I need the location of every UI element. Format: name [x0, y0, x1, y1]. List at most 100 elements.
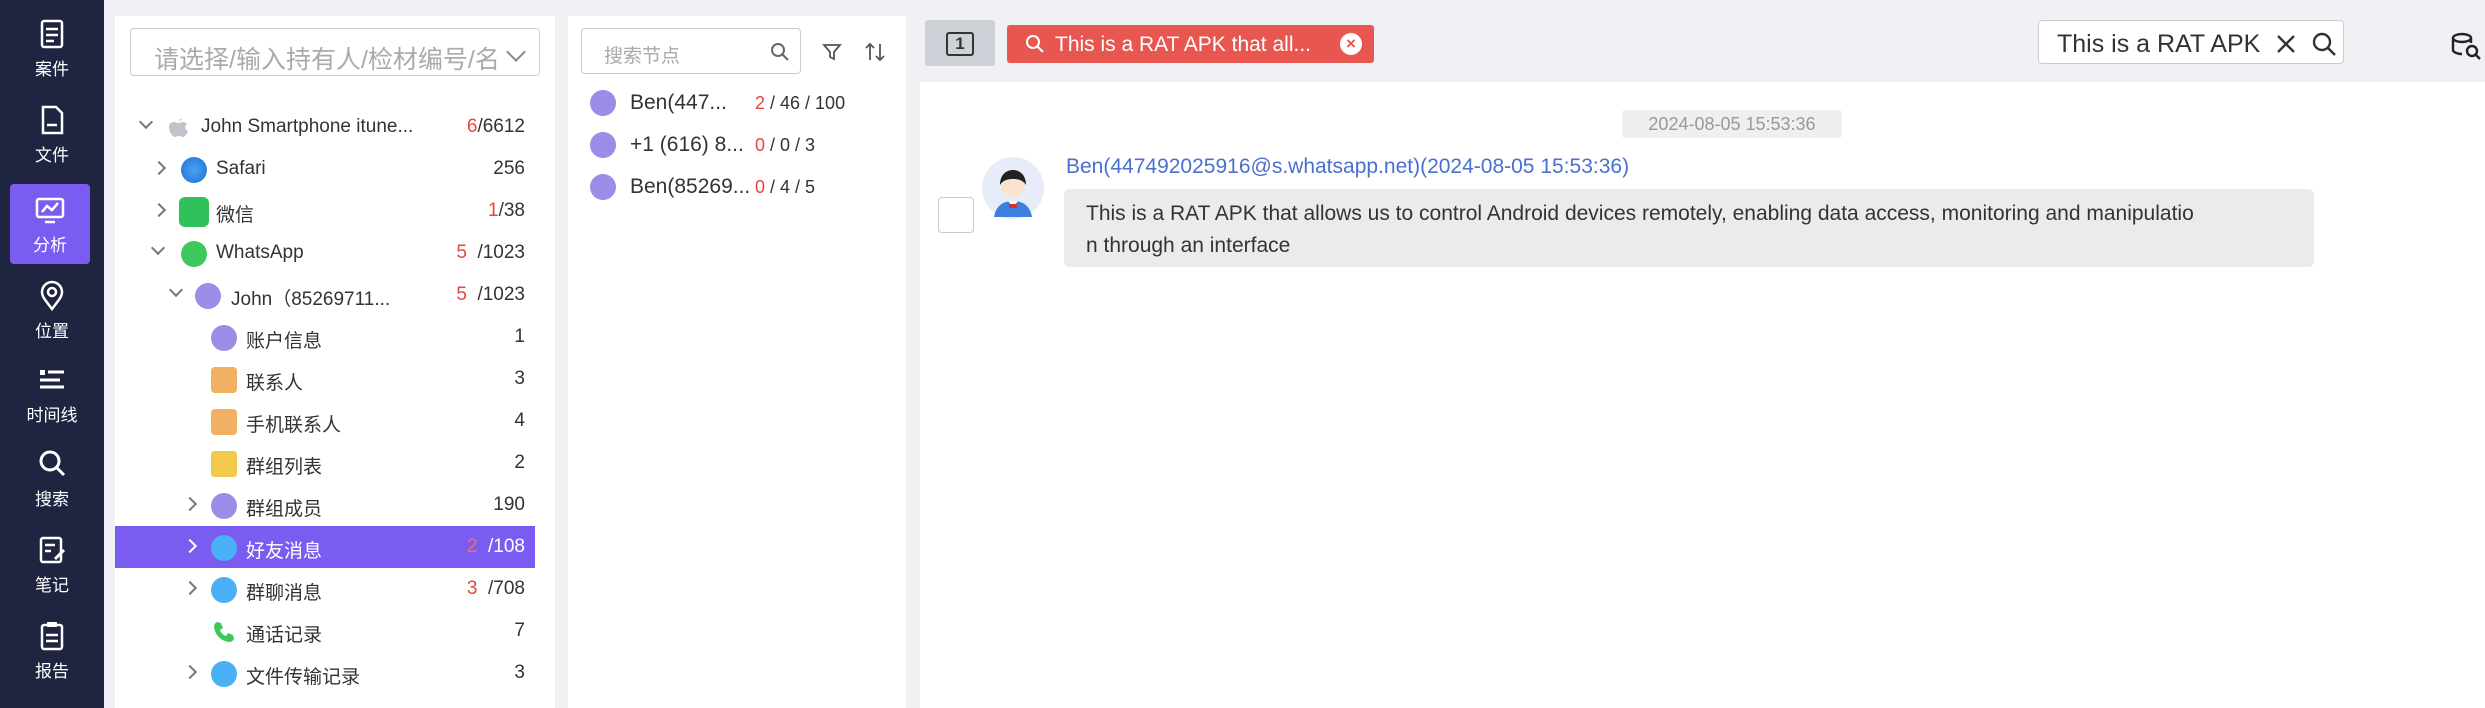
- nav-analysis[interactable]: 分析: [10, 184, 90, 264]
- tree-row-total: /1023: [477, 242, 525, 263]
- tree-row-contacts[interactable]: 联系人 3: [115, 358, 555, 400]
- message-text-line: This is a RAT APK that allows us to cont…: [1086, 202, 2194, 225]
- chat-bubble-icon: [211, 535, 237, 561]
- tree-row-device[interactable]: John Smartphone itune... 6/6612: [115, 106, 555, 148]
- tree-row-total: 4: [514, 410, 525, 431]
- tree-row-call-logs[interactable]: 通话记录 7: [115, 610, 555, 652]
- search-icon: [1026, 35, 1044, 53]
- nav-note[interactable]: 笔记: [0, 524, 104, 604]
- search-filter-tag[interactable]: This is a RAT APK that all... ×: [1007, 25, 1374, 63]
- note-icon: [39, 536, 66, 563]
- tree-row-file-transfers[interactable]: 文件传输记录 3: [115, 652, 555, 694]
- node-item[interactable]: +1 (616) 8... 0 / 0 / 3: [568, 124, 906, 166]
- tree-row-total: 256: [493, 158, 525, 179]
- tree-row-label: 群聊消息: [246, 583, 323, 604]
- tree-row-label: 好友消息: [246, 541, 323, 562]
- node-item-hit-count: 0: [755, 135, 766, 155]
- chevron-down-icon[interactable]: [138, 114, 154, 130]
- node-panel: 搜索节点 Ben(447... 2 / 46 / 100 +1 (616) 8.…: [568, 16, 906, 708]
- node-item[interactable]: Ben(85269... 0 / 4 / 5: [568, 166, 906, 208]
- message-search-input[interactable]: This is a RAT APK that allows: [2038, 20, 2344, 64]
- tree-row-label: 文件传输记录: [246, 667, 361, 688]
- search-icon: [39, 450, 66, 476]
- phone-book-icon: [211, 367, 237, 393]
- chevron-down-icon[interactable]: [168, 282, 184, 298]
- tree-row-account[interactable]: John（85269711... 5 /1023: [115, 274, 555, 316]
- tree-row-wechat[interactable]: 微信 1/38: [115, 190, 555, 232]
- chevron-down-icon[interactable]: [150, 240, 166, 256]
- nav-search[interactable]: 搜索: [0, 438, 104, 518]
- whatsapp-icon: [181, 241, 207, 267]
- nav-analysis-label: 分析: [33, 235, 67, 255]
- node-item[interactable]: Ben(447... 2 / 46 / 100: [568, 82, 906, 124]
- node-search-placeholder: 搜索节点: [604, 46, 681, 67]
- chevron-right-icon[interactable]: [182, 538, 198, 554]
- tree-row-total: 3: [514, 368, 525, 389]
- evidence-select[interactable]: 请选择/输入持有人/检材编号/名称: [130, 28, 540, 76]
- file-icon: [41, 105, 64, 134]
- nav-file[interactable]: 文件: [0, 94, 104, 174]
- nav-timeline[interactable]: 时间线: [0, 354, 104, 434]
- nav-location[interactable]: 位置: [0, 270, 104, 350]
- message-text-line: n through an interface: [1086, 234, 1291, 257]
- nav-case[interactable]: 案件: [0, 8, 104, 88]
- node-search-input[interactable]: 搜索节点: [581, 28, 801, 74]
- tree-row-group-members[interactable]: 群组成员 190: [115, 484, 555, 526]
- tree-row-total: 1: [514, 326, 525, 347]
- evidence-select-placeholder: 请选择/输入持有人/检材编号/名称: [154, 46, 499, 74]
- tree-row-phone-contacts[interactable]: 手机联系人 4: [115, 400, 555, 442]
- tree-row-account-info[interactable]: 账户信息 1: [115, 316, 555, 358]
- analysis-icon: [35, 197, 65, 223]
- view-toggle-button[interactable]: 1: [925, 20, 995, 66]
- node-item-hit-count: 0: [755, 177, 766, 197]
- tree-row-group-list[interactable]: 群组列表 2: [115, 442, 555, 484]
- chat-bubble-icon: [211, 661, 237, 687]
- nav-location-label: 位置: [35, 321, 69, 341]
- tree-row-hit-count: 6: [466, 116, 478, 137]
- phone-book-icon: [211, 409, 237, 435]
- tree-row-total: /1023: [477, 284, 525, 305]
- message-timestamp: 2024-08-05 15:53:36: [1622, 110, 1842, 138]
- search-icon[interactable]: [770, 42, 790, 62]
- tree-row-label: 联系人: [246, 373, 304, 394]
- user-icon: [590, 132, 616, 158]
- node-item-label: Ben(85269...: [630, 175, 751, 198]
- search-icon[interactable]: [2311, 31, 2337, 57]
- tree-row-friend-messages[interactable]: 好友消息 2 /108: [115, 526, 535, 568]
- tree-row-group-chats[interactable]: 群聊消息 3 /708: [115, 568, 555, 610]
- location-icon: [40, 280, 64, 311]
- node-item-counts: / 46 / 100: [765, 93, 846, 113]
- chevron-right-icon[interactable]: [182, 664, 198, 680]
- tree-row-label: 群组列表: [246, 457, 323, 478]
- message-bubble[interactable]: This is a RAT APK that allows us to cont…: [1064, 189, 2314, 267]
- tree-row-label: 群组成员: [246, 499, 323, 520]
- filter-icon[interactable]: [822, 42, 842, 62]
- node-item-counts: / 0 / 3: [765, 135, 816, 155]
- user-icon: [211, 325, 237, 351]
- tree-row-label: John（85269711...: [231, 289, 391, 310]
- message-select-checkbox[interactable]: [938, 197, 974, 233]
- nav-report[interactable]: 报告: [0, 610, 104, 690]
- close-icon[interactable]: ×: [1340, 33, 1362, 55]
- message-sender[interactable]: Ben(447492025916@s.whatsapp.net)(2024-08…: [1066, 155, 1629, 179]
- clear-icon[interactable]: [2275, 33, 2297, 55]
- tree-row-whatsapp[interactable]: WhatsApp 5 /1023: [115, 232, 555, 274]
- tree-row-label: 手机联系人: [246, 415, 342, 436]
- chevron-right-icon[interactable]: [151, 160, 167, 176]
- sort-icon[interactable]: [864, 42, 886, 62]
- node-item-hit-count: 2: [755, 93, 766, 113]
- phone-icon: [214, 622, 234, 642]
- view-toggle-label: 1: [946, 32, 974, 56]
- tree-row-safari[interactable]: Safari 256: [115, 148, 555, 190]
- chevron-right-icon[interactable]: [182, 496, 198, 512]
- user-icon: [211, 493, 237, 519]
- tree-row-total: 2: [514, 452, 525, 473]
- nav-note-label: 笔记: [35, 575, 69, 595]
- chat-toolbar: 1 This is a RAT APK that all... × This i…: [920, 16, 2485, 76]
- advanced-search-icon[interactable]: [2450, 30, 2482, 62]
- nav-case-label: 案件: [35, 59, 69, 79]
- avatar[interactable]: [982, 157, 1044, 219]
- chevron-right-icon[interactable]: [182, 580, 198, 596]
- chevron-right-icon[interactable]: [151, 202, 167, 218]
- tree-row-total: /38: [498, 200, 525, 221]
